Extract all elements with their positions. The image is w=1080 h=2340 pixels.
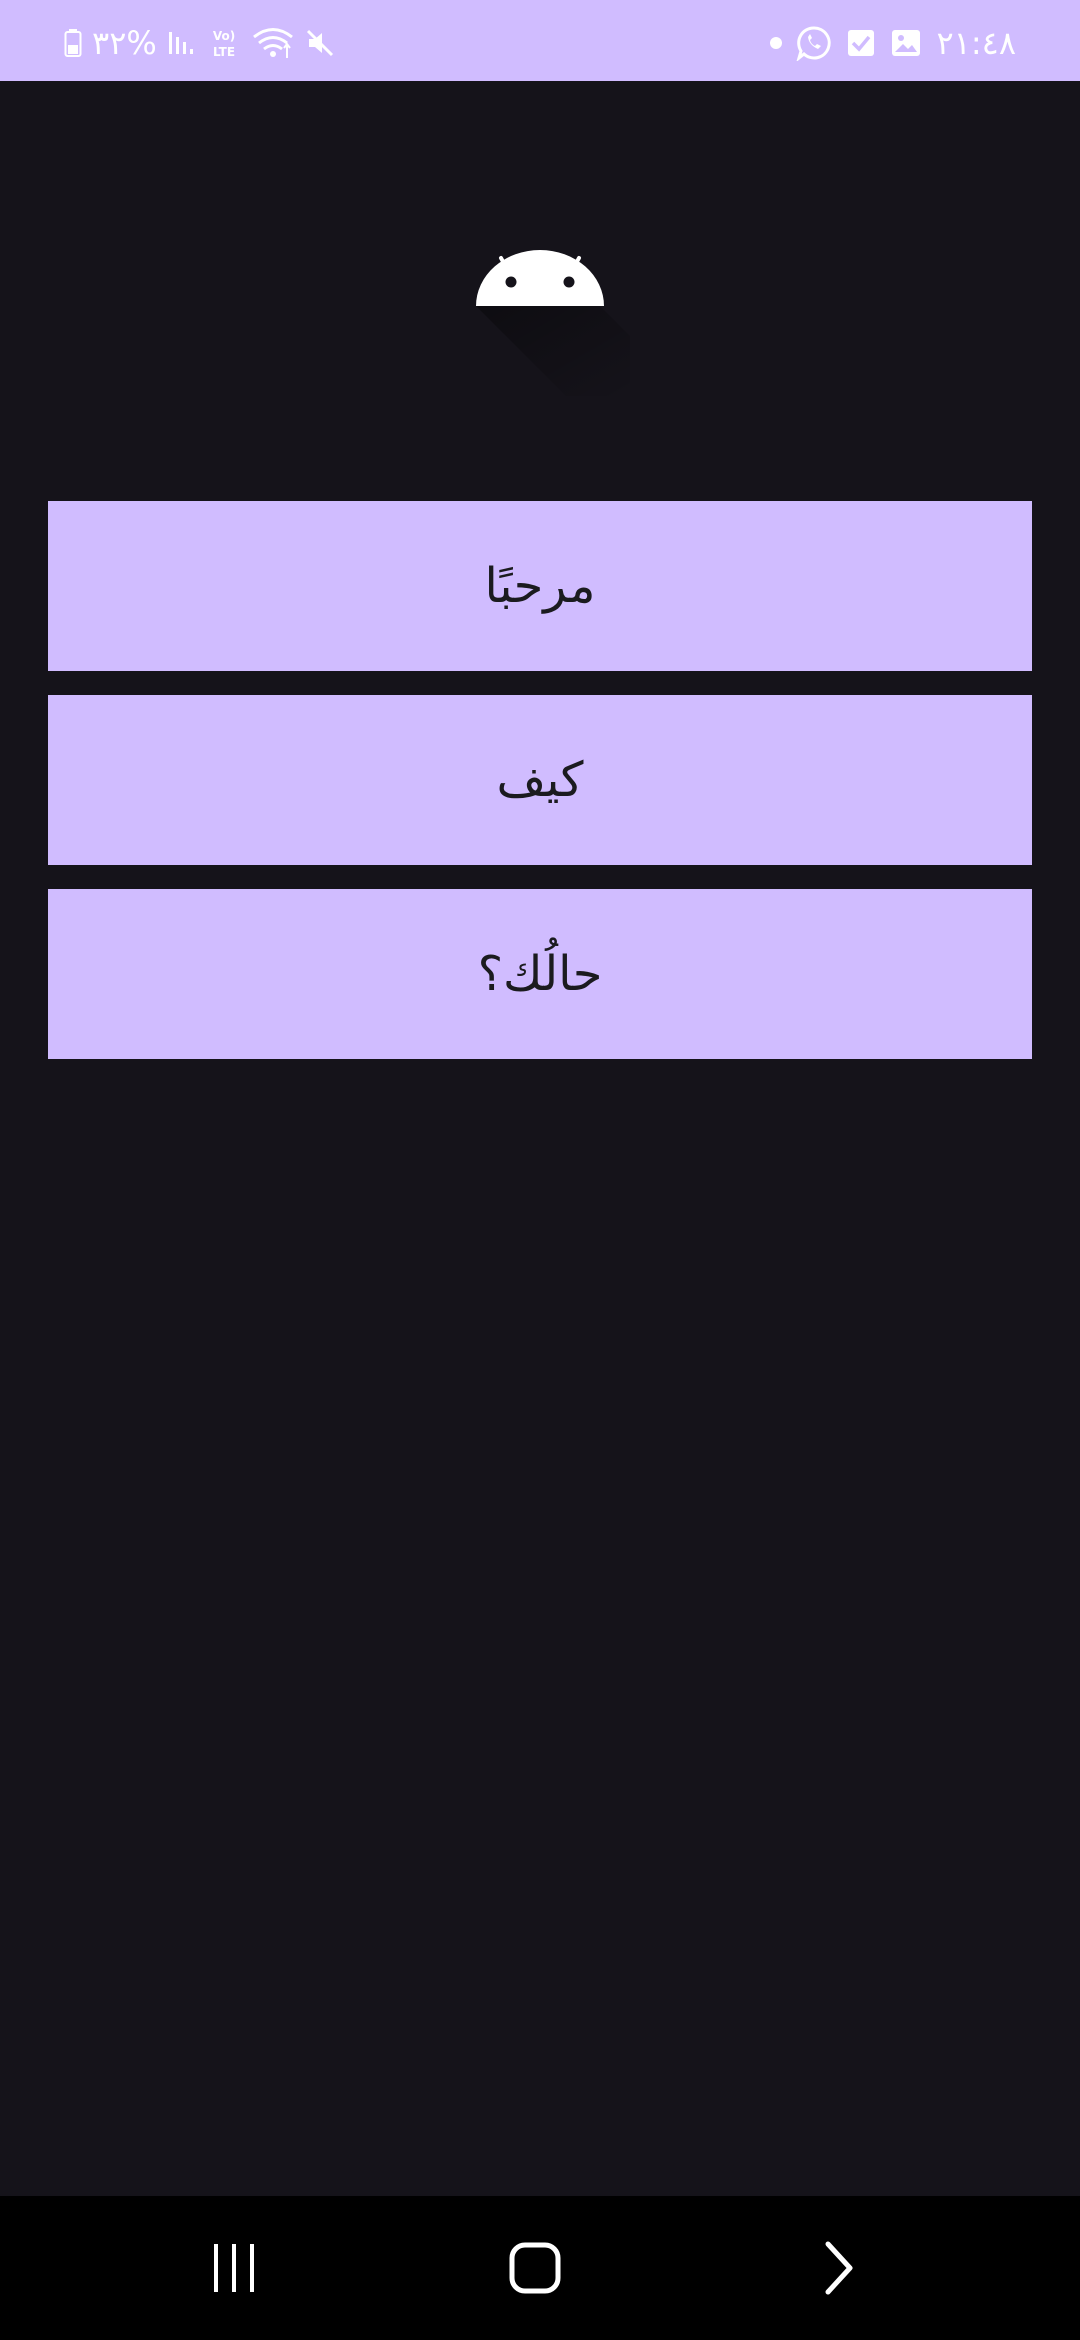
hello-button-label: مرحبًا xyxy=(484,558,596,614)
gallery-icon xyxy=(890,28,922,58)
mute-icon xyxy=(305,28,335,58)
how-button[interactable]: كيف xyxy=(48,695,1032,865)
how-button-label: كيف xyxy=(496,752,584,808)
status-time: ٢١:٤٨ xyxy=(936,24,1016,62)
are-you-button-label: حالُك؟ xyxy=(477,946,603,1002)
signal-icon xyxy=(167,28,197,58)
status-bar: ٣٢% Vo) LTE ٢١:٤٨ xyxy=(0,0,1080,81)
volte-text-top: Vo) xyxy=(213,29,235,43)
home-button[interactable] xyxy=(485,2218,585,2318)
status-bar-left: ٣٢% Vo) LTE xyxy=(64,24,335,62)
back-icon xyxy=(818,2240,858,2296)
wifi-icon xyxy=(251,26,295,60)
status-bar-right: ٢١:٤٨ xyxy=(770,24,1016,62)
notification-dot-icon xyxy=(770,28,783,58)
volte-text-bottom: LTE xyxy=(213,45,235,59)
android-icon xyxy=(460,226,630,396)
app-screen: ٣٢% Vo) LTE ٢١:٤٨ مرحبًا كيف حالُك؟ xyxy=(0,0,1080,2340)
home-icon xyxy=(509,2242,561,2294)
recents-icon xyxy=(209,2242,259,2294)
battery-icon xyxy=(64,28,82,58)
are-you-button[interactable]: حالُك؟ xyxy=(48,889,1032,1059)
back-button[interactable] xyxy=(788,2218,888,2318)
navigation-bar xyxy=(0,2196,1080,2340)
battery-percent: ٣٢% xyxy=(92,24,157,62)
hello-button[interactable]: مرحبًا xyxy=(48,501,1032,671)
recents-button[interactable] xyxy=(184,2218,284,2318)
volte-icon: Vo) LTE xyxy=(207,26,241,60)
whatsapp-icon xyxy=(796,25,832,61)
checkbox-icon xyxy=(846,28,876,58)
